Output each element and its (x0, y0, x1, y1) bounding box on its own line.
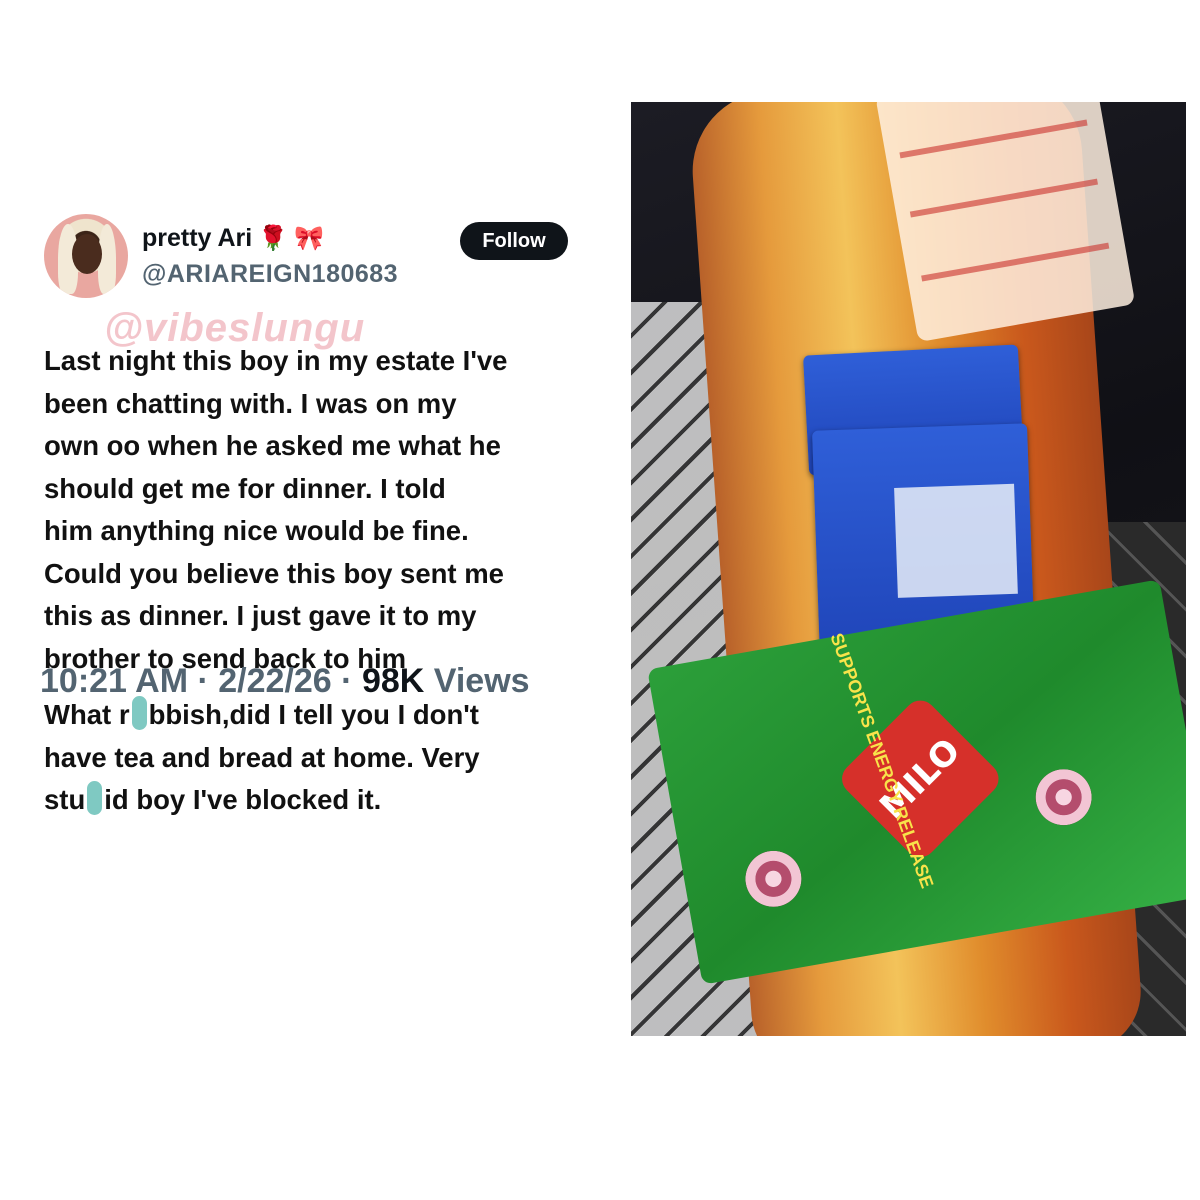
ribbon-emoji-icon: 🎀 (294, 224, 324, 252)
text-line: this as dinner. I just gave it to my (44, 600, 477, 631)
text-fragment: bbish,did I tell you I don't (148, 699, 479, 730)
text-line: been chatting with. I was on my (44, 387, 457, 419)
text-line: Last night this boy in my estate I've (44, 345, 508, 376)
tweet-date[interactable]: 2/22/26 (218, 662, 331, 700)
label-stripe (909, 178, 1099, 218)
text-line: should get me for dinner. I told (44, 472, 446, 504)
swirl-graphic (740, 846, 806, 912)
tweet-text: Last night this boy in my estate I've be… (44, 340, 604, 822)
views-count: 98K (361, 662, 425, 700)
label-stripe (921, 242, 1110, 282)
avatar-face (72, 234, 102, 274)
tweet-paragraph-1: Last night this boy in my estate I've be… (44, 340, 604, 680)
tweet-meta: 10:21 AM · 2/22/26 · 98K Views (40, 662, 530, 701)
label-stripe (899, 119, 1088, 159)
attached-photo[interactable]: MILO SUPPORTS ENERGY RELEASE (631, 102, 1186, 1036)
text-fragment: stu (44, 784, 86, 815)
views-label: Views (433, 662, 530, 700)
censor-mark (131, 696, 147, 730)
text-line: have tea and bread at home. Very (44, 741, 480, 773)
text-fragment: id boy I've blocked it. (104, 784, 382, 815)
nutrition-panel (894, 483, 1018, 598)
tweet-paragraph-2: What r bbish,did I tell you I don't have … (44, 694, 604, 822)
avatar[interactable] (44, 214, 128, 298)
tweet-time[interactable]: 10:21 AM (40, 662, 188, 700)
bread-label (875, 102, 1136, 343)
display-name[interactable]: pretty Ari 🌹 🎀 (142, 224, 324, 253)
swirl-graphic (1031, 764, 1097, 830)
separator-dot: · (197, 662, 209, 700)
text-line: Could you believe this boy sent me (44, 557, 504, 589)
text-fragment: What r (44, 699, 130, 730)
text-line: him anything nice would be fine. (44, 515, 469, 546)
text-line: own oo when he asked me what he (44, 430, 501, 461)
user-handle[interactable]: @ARIAREIGN180683 (142, 260, 398, 289)
censor-mark (87, 781, 103, 815)
rose-emoji-icon: 🌹 (258, 224, 289, 252)
tweet-card: pretty Ari 🌹 🎀 @ARIAREIGN180683 Follow @… (40, 210, 620, 910)
follow-button[interactable]: Follow (460, 222, 568, 260)
display-name-text: pretty Ari (142, 224, 253, 252)
separator-dot: · (341, 662, 353, 700)
